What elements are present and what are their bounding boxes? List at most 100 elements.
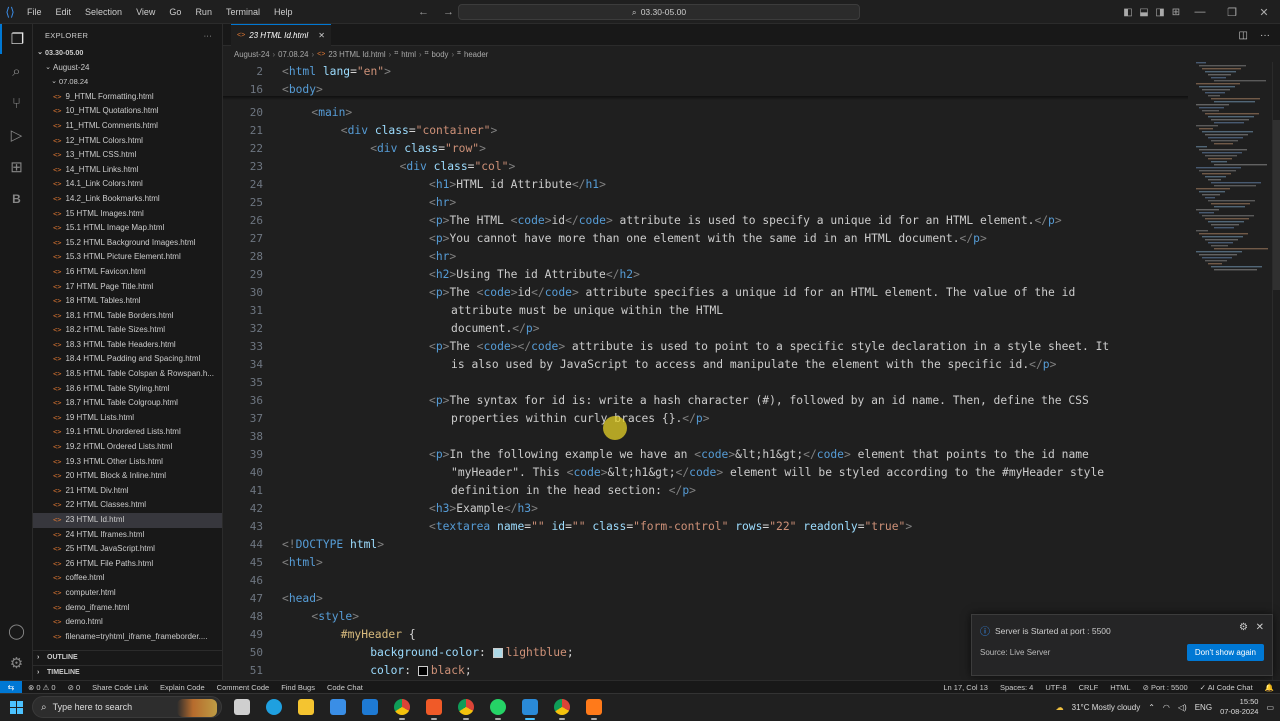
weather-text[interactable]: 31°C Mostly cloudy: [1072, 703, 1141, 712]
code-line[interactable]: 38: [223, 427, 1188, 445]
mail-taskbar-button[interactable]: [354, 694, 386, 721]
status-item[interactable]: ⊘ 0: [62, 683, 87, 692]
more-actions-icon[interactable]: ···: [1260, 30, 1270, 41]
file-item[interactable]: <> 16 HTML Favicon.html: [33, 265, 222, 280]
code-line[interactable]: 29 <h2>Using The id Attribute</h2>: [223, 265, 1188, 283]
edge-taskbar-button[interactable]: [258, 694, 290, 721]
file-item[interactable]: <> 24 HTML Iframes.html: [33, 528, 222, 543]
code-line[interactable]: 46: [223, 571, 1188, 589]
file-item[interactable]: <> 18.2 HTML Table Sizes.html: [33, 323, 222, 338]
file-item[interactable]: <> 18.7 HTML Table Colgroup.html: [33, 396, 222, 411]
folder-07-08-24[interactable]: ⌄ 07.08.24: [33, 75, 222, 90]
status-item[interactable]: Code Chat: [321, 683, 369, 692]
status-item[interactable]: UTF-8: [1039, 683, 1072, 692]
file-item[interactable]: <> 13_HTML CSS.html: [33, 148, 222, 163]
menu-view[interactable]: View: [129, 0, 162, 24]
file-item[interactable]: <> 14.1_Link Colors.html: [33, 177, 222, 192]
code-line[interactable]: 35: [223, 373, 1188, 391]
code-line[interactable]: 37 properties within curly braces {}.</p>: [223, 409, 1188, 427]
outline-section[interactable]: › OUTLINE: [33, 650, 222, 664]
close-icon[interactable]: ✕: [1256, 622, 1264, 633]
file-item[interactable]: <> 19.3 HTML Other Lists.html: [33, 455, 222, 470]
menu-help[interactable]: Help: [267, 0, 300, 24]
code-line[interactable]: 41 definition in the head section: </p>: [223, 481, 1188, 499]
file-item[interactable]: <> 22 HTML Classes.html: [33, 498, 222, 513]
command-center-search[interactable]: ⌕ 03.30-05.00: [458, 4, 860, 20]
chrome-taskbar-button[interactable]: [386, 694, 418, 721]
code-line[interactable]: 36 <p>The syntax for id is: write a hash …: [223, 391, 1188, 409]
close-button[interactable]: ✕: [1248, 6, 1280, 19]
file-item[interactable]: <> 14.2_Link Bookmarks.html: [33, 192, 222, 207]
file-item[interactable]: <> 9_HTML Formatting.html: [33, 90, 222, 105]
code-line[interactable]: 32 document.</p>: [223, 319, 1188, 337]
file-item[interactable]: <> 17 HTML Page Title.html: [33, 280, 222, 295]
file-item[interactable]: <> 18.1 HTML Table Borders.html: [33, 309, 222, 324]
minimize-button[interactable]: —: [1184, 6, 1216, 18]
remote-indicator-icon[interactable]: ⇆: [0, 680, 22, 694]
more-actions-icon[interactable]: ···: [204, 31, 212, 40]
file-item[interactable]: <> 25 HTML JavaScript.html: [33, 542, 222, 557]
file-item[interactable]: <> computer.html: [33, 586, 222, 601]
volume-icon[interactable]: ◁): [1178, 703, 1187, 712]
code-line[interactable]: 21 <div class="container">: [223, 121, 1188, 139]
code-line[interactable]: 39 <p>In the following example we have an…: [223, 445, 1188, 463]
taskbar-search[interactable]: ⌕ Type here to search: [32, 696, 222, 718]
dont-show-again-button[interactable]: Don't show again: [1186, 644, 1264, 661]
clock[interactable]: 15:50 07-08-2024: [1220, 697, 1258, 717]
maximize-button[interactable]: ❐: [1216, 6, 1248, 19]
code-line[interactable]: 31 attribute must be unique within the HT…: [223, 301, 1188, 319]
file-item[interactable]: <> demo.html: [33, 615, 222, 630]
breadcrumb-item[interactable]: August-24: [234, 50, 270, 59]
file-item[interactable]: <> 19.1 HTML Unordered Lists.html: [33, 425, 222, 440]
breadcrumb-item[interactable]: header: [464, 50, 488, 59]
file-item[interactable]: <> 12_HTML Colors.html: [33, 134, 222, 149]
breadcrumb-item[interactable]: body: [432, 50, 449, 59]
code-line[interactable]: 25 <hr>: [223, 193, 1188, 211]
status-item[interactable]: Find Bugs: [275, 683, 321, 692]
code-line[interactable]: 20 <main>: [223, 103, 1188, 121]
file-item[interactable]: <> coffee.html: [33, 571, 222, 586]
chrome-profile-taskbar-button[interactable]: [450, 694, 482, 721]
file-item[interactable]: <> filename=tryhtml_iframe_frameborder...…: [33, 630, 222, 645]
file-item[interactable]: <> 15.3 HTML Picture Element.html: [33, 250, 222, 265]
file-item[interactable]: <> demo_iframe.html: [33, 601, 222, 616]
menu-file[interactable]: File: [20, 0, 49, 24]
bookmark-b-icon[interactable]: B: [0, 184, 33, 214]
file-item[interactable]: <> 18.6 HTML Table Styling.html: [33, 382, 222, 397]
status-item[interactable]: Spaces: 4: [994, 683, 1039, 692]
status-item[interactable]: HTML: [1104, 683, 1136, 692]
task-view-taskbar-button[interactable]: [226, 694, 258, 721]
menu-go[interactable]: Go: [162, 0, 188, 24]
menu-selection[interactable]: Selection: [78, 0, 129, 24]
code-line[interactable]: 42 <h3>Example</h3>: [223, 499, 1188, 517]
timeline-section[interactable]: › TIMELINE: [33, 665, 222, 679]
file-item[interactable]: <> 19 HTML Lists.html: [33, 411, 222, 426]
run-debug-icon[interactable]: ▷: [0, 120, 33, 150]
weather-icon[interactable]: ☁: [1056, 703, 1064, 712]
minimap[interactable]: [1188, 62, 1272, 680]
toggle-sidebar-icon[interactable]: ◧: [1120, 7, 1136, 18]
customize-layout-icon[interactable]: ⊞: [1168, 7, 1184, 18]
code-line[interactable]: 43 <textarea name="" id="" class="form-co…: [223, 517, 1188, 535]
network-icon[interactable]: ◠: [1163, 703, 1170, 712]
manage-gear-icon[interactable]: ⚙: [0, 648, 33, 678]
code-line[interactable]: 28 <hr>: [223, 247, 1188, 265]
language-indicator[interactable]: ENG: [1195, 703, 1212, 712]
code-editor[interactable]: 2 <html lang="en"> 16 <body> 20 <main> 21 <div …: [223, 62, 1188, 680]
store-taskbar-button[interactable]: [322, 694, 354, 721]
file-explorer-taskbar-button[interactable]: [290, 694, 322, 721]
code-line[interactable]: 44 <!DOCTYPE html>: [223, 535, 1188, 553]
toggle-panel-icon[interactable]: ⬓: [1136, 7, 1152, 18]
status-item[interactable]: Explain Code: [154, 683, 211, 692]
folder-august-24[interactable]: ⌄ August-24: [33, 61, 222, 76]
status-item[interactable]: Comment Code: [211, 683, 276, 692]
notification-icon[interactable]: ▭: [1266, 703, 1274, 712]
workspace-root[interactable]: ⌄ 03.30-05.00: [33, 46, 222, 61]
gear-icon[interactable]: ⚙: [1239, 622, 1248, 633]
code-line[interactable]: 45 <html>: [223, 553, 1188, 571]
status-item[interactable]: ⊘ Port : 5500: [1137, 683, 1194, 692]
file-item[interactable]: <> 18.3 HTML Table Headers.html: [33, 338, 222, 353]
code-line[interactable]: 23 <div class="col">: [223, 157, 1188, 175]
back-arrow-icon[interactable]: ←: [418, 6, 429, 18]
status-item[interactable]: Share Code Link: [86, 683, 154, 692]
